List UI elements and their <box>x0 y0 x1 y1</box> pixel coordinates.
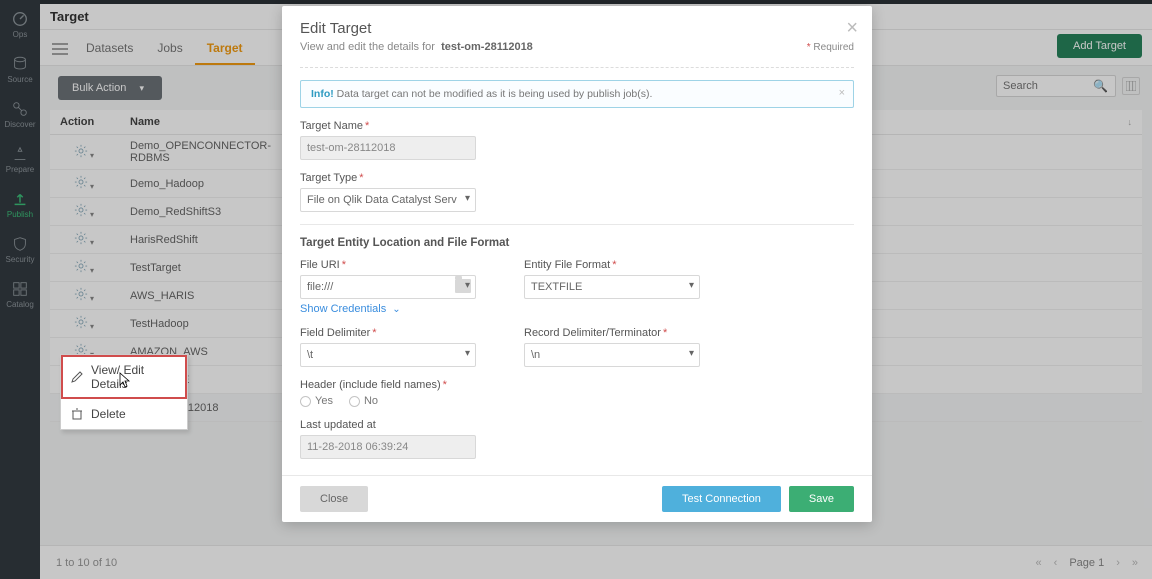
section-location-title: Target Entity Location and File Format <box>300 237 854 249</box>
file-uri-label: File URI* <box>300 259 476 271</box>
target-name-input[interactable] <box>300 136 476 160</box>
radio-icon <box>300 396 311 407</box>
entity-format-label: Entity File Format* <box>524 259 700 271</box>
row-context-menu: View/ Edit Details Delete <box>60 354 188 430</box>
test-connection-button[interactable]: Test Connection <box>662 486 781 512</box>
last-updated-label: Last updated at <box>300 419 854 431</box>
edit-target-modal: Edit Target View and edit the details fo… <box>282 6 872 522</box>
target-type-select[interactable]: File on Qlik Data Catalyst Server <box>300 188 476 212</box>
radio-yes[interactable]: Yes <box>300 395 333 407</box>
ctx-label: Delete <box>91 407 126 421</box>
target-type-label: Target Type* <box>300 172 854 184</box>
trash-icon <box>71 408 83 420</box>
radio-no[interactable]: No <box>349 395 378 407</box>
field-delim-select[interactable]: \t <box>300 343 476 367</box>
ctx-label: View/ Edit Details <box>91 363 177 391</box>
radio-icon <box>349 396 360 407</box>
save-button[interactable]: Save <box>789 486 854 512</box>
ctx-item-view-edit[interactable]: View/ Edit Details <box>61 355 187 399</box>
modal-subtitle: View and edit the details for test-om-28… <box>300 41 854 53</box>
modal-title: Edit Target <box>300 20 854 37</box>
required-legend: Required <box>807 42 854 53</box>
info-text: Data target can not be modified as it is… <box>337 88 653 100</box>
info-label: Info! <box>311 88 334 100</box>
record-delim-label: Record Delimiter/Terminator* <box>524 327 700 339</box>
file-uri-input[interactable] <box>300 275 476 299</box>
ctx-item-delete[interactable]: Delete <box>61 399 187 429</box>
header-label: Header (include field names)* <box>300 379 854 391</box>
info-alert: Info! Data target can not be modified as… <box>300 80 854 108</box>
last-updated-input <box>300 435 476 459</box>
pencil-icon <box>71 371 83 383</box>
show-credentials-link[interactable]: Show Credentials⌄ <box>300 303 401 315</box>
field-delim-label: Field Delimiter* <box>300 327 476 339</box>
chevron-down-icon: ⌄ <box>392 304 400 315</box>
entity-format-select[interactable]: TEXTFILE <box>524 275 700 299</box>
close-icon[interactable]: × <box>846 18 858 38</box>
alert-close-icon[interactable]: × <box>839 87 845 99</box>
target-name-label: Target Name* <box>300 120 854 132</box>
close-button[interactable]: Close <box>300 486 368 512</box>
record-delim-select[interactable]: \n <box>524 343 700 367</box>
